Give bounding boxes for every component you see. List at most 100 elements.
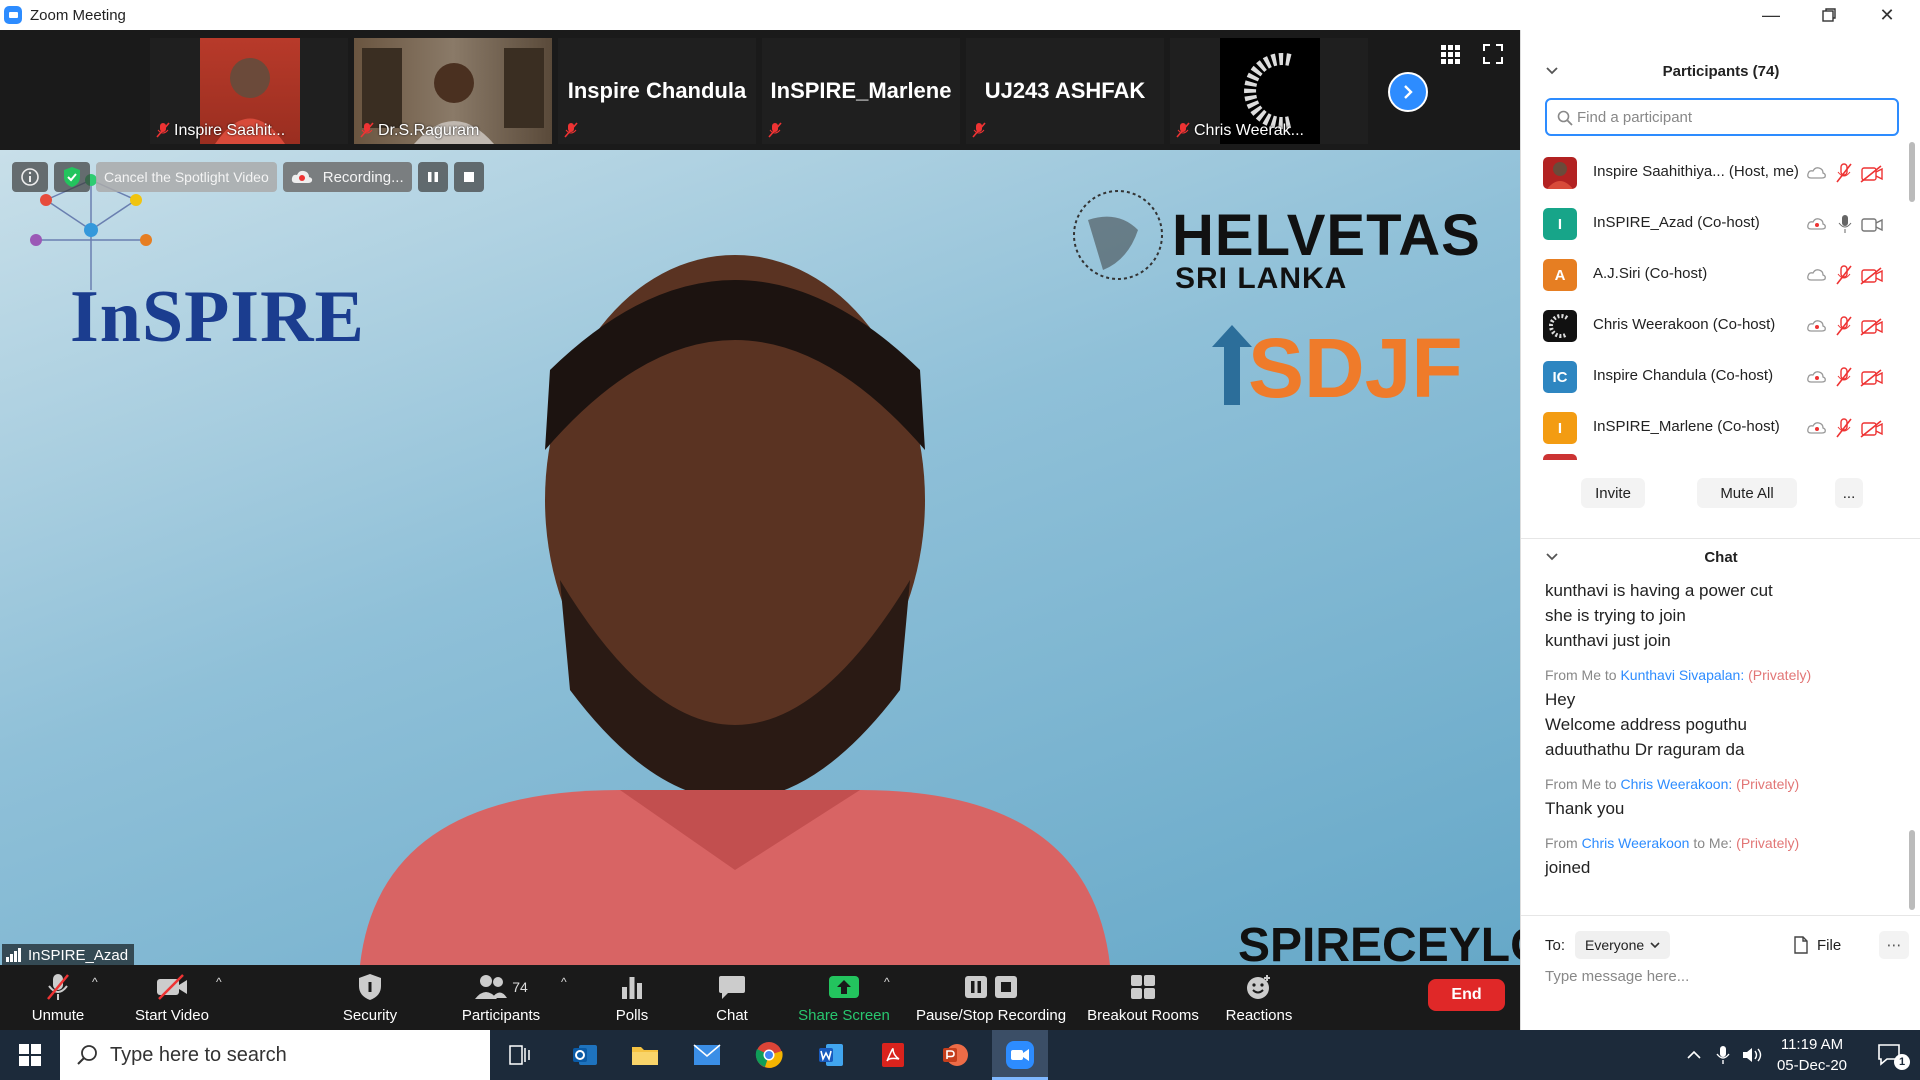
outlook-app[interactable] (560, 1030, 610, 1080)
chat-scrollbar[interactable] (1909, 830, 1915, 910)
speaker-volume-icon (1743, 1048, 1762, 1062)
avatar (1543, 157, 1577, 189)
more-options-button[interactable]: ... (1835, 478, 1863, 508)
divider (1521, 915, 1920, 916)
participant-tile[interactable]: UJ243 ASHFAK (966, 38, 1164, 144)
participant-name: UJ243 ASHFAK (984, 78, 1146, 103)
word-icon (819, 1044, 843, 1066)
chat-recipient-link[interactable]: Chris Weerakoon: (1620, 776, 1732, 792)
pause-recording-button[interactable] (417, 162, 448, 192)
share-screen-button[interactable]: Share Screen (796, 965, 892, 1030)
chat-private-tag: (Privately) (1736, 776, 1800, 792)
windows-start-button[interactable] (0, 1030, 60, 1080)
gallery-view-icon[interactable] (1440, 44, 1460, 64)
zoom-app-icon (1006, 1041, 1034, 1069)
word-app[interactable] (806, 1030, 856, 1080)
chat-recipient-bar: To: Everyone File ⋯ (1545, 928, 1915, 962)
mic-muted-icon (47, 974, 69, 1000)
file-explorer-app[interactable] (620, 1030, 670, 1080)
participant-tile[interactable]: Chris Weerak... (1170, 38, 1368, 144)
chat-more-button[interactable]: ⋯ (1879, 931, 1909, 959)
reactions-button[interactable]: Reactions (1218, 965, 1300, 1030)
participants-title: Participants (74) (1662, 62, 1780, 80)
chat-sender-link[interactable]: Chris Weerakoon (1582, 835, 1690, 851)
unmute-button[interactable]: Unmute (18, 965, 98, 1030)
cancel-spotlight-button[interactable]: Cancel the Spotlight Video (96, 162, 277, 192)
main-video: InSPIRE HELVETAS SRI LANKA SDJF SPIRECEY… (0, 150, 1520, 965)
powerpoint-app[interactable] (930, 1030, 980, 1080)
chat-from-label: From Me to (1545, 776, 1617, 792)
breakout-rooms-button[interactable]: Breakout Rooms (1086, 965, 1200, 1030)
participant-row-name: Chris Weerakoon (Co-host) (1593, 316, 1776, 333)
microphone-tray-button[interactable] (1710, 1030, 1736, 1080)
recording-label: Recording... (322, 168, 404, 186)
info-button[interactable] (12, 162, 48, 192)
side-panel: Participants (74) Find a participant Ins… (1520, 30, 1920, 1030)
chat-bubble-icon (719, 976, 745, 999)
pause-icon (427, 172, 438, 182)
participant-tile[interactable]: InSPIRE_Marlene (762, 38, 960, 144)
sdjf-arrow-icon (1212, 325, 1252, 405)
participants-scrollbar[interactable] (1909, 142, 1915, 202)
find-participant-input[interactable]: Find a participant (1545, 98, 1899, 136)
unmute-label: Unmute (31, 1007, 85, 1024)
participant-tile[interactable]: Inspire Saahit... (150, 38, 348, 144)
zoom-app[interactable] (992, 1030, 1048, 1080)
system-clock[interactable]: 11:19 AM 05-Dec-20 (1762, 1034, 1862, 1076)
invite-button[interactable]: Invite (1581, 478, 1645, 508)
security-button[interactable]: Security (338, 965, 402, 1030)
end-meeting-button[interactable]: End (1428, 979, 1505, 1011)
chat-private-tag: (Privately) (1748, 667, 1812, 683)
video-options-caret[interactable]: ^ (216, 975, 222, 989)
notifications-button[interactable]: 1 (1868, 1030, 1912, 1080)
participants-button[interactable]: 74 Participants (452, 965, 550, 1030)
polls-button[interactable]: Polls (612, 965, 652, 1030)
pause-icon (965, 976, 987, 998)
next-page-button[interactable] (1388, 72, 1428, 112)
mute-all-button[interactable]: Mute All (1697, 478, 1797, 508)
audio-options-caret[interactable]: ^ (92, 975, 98, 989)
fullscreen-icon[interactable] (1483, 44, 1503, 64)
recipient-dropdown[interactable]: Everyone (1575, 931, 1671, 959)
chrome-app[interactable] (744, 1030, 794, 1080)
chevron-right-icon (1404, 85, 1413, 99)
security-label: Security (342, 1007, 398, 1024)
chevron-down-icon[interactable] (1545, 550, 1559, 564)
breakout-rooms-label: Breakout Rooms (1087, 1007, 1199, 1024)
inspire-logo-text: InSPIRE (70, 276, 365, 358)
chat-sender: From Chris Weerakoon to Me: (Privately) (1545, 835, 1905, 851)
sri-lanka-logo-text: SRI LANKA (1175, 262, 1348, 295)
shield-icon (359, 974, 381, 1000)
chevron-down-icon[interactable] (1545, 64, 1559, 78)
close-icon[interactable]: ✕ (1858, 0, 1916, 30)
minimize-icon[interactable]: — (1742, 0, 1800, 30)
mail-app[interactable] (682, 1030, 732, 1080)
folder-icon (632, 1047, 658, 1065)
participant-tile[interactable]: Dr.S.Raguram (354, 38, 552, 144)
share-options-caret[interactable]: ^ (884, 975, 890, 989)
windows-taskbar: Type here to search 11:19 AM 05-Dec-20 1 (0, 1030, 1920, 1080)
chat-recipient-link[interactable]: Kunthavi Sivapalan: (1620, 667, 1744, 683)
participants-options-caret[interactable]: ^ (561, 975, 567, 989)
participant-tile[interactable]: Inspire Chandula (558, 38, 756, 144)
taskbar-search-box[interactable]: Type here to search (60, 1030, 490, 1080)
share-screen-icon (829, 976, 859, 998)
chat-button[interactable]: Chat (712, 965, 752, 1030)
file-button[interactable]: File (1793, 936, 1841, 954)
smiley-icon (1247, 975, 1270, 999)
pause-stop-recording-button[interactable]: Pause/Stop Recording (914, 965, 1068, 1030)
restore-icon[interactable] (1800, 0, 1858, 30)
start-video-button[interactable]: Start Video (132, 965, 212, 1030)
meeting-toolbar: Unmute ^ Start Video ^ Security 74 Parti… (0, 965, 1520, 1030)
chat-message-input[interactable]: Type message here... (1545, 968, 1689, 985)
stop-recording-button[interactable] (453, 162, 484, 192)
gallery-strip: Inspire Saahit... Dr.S.Raguram Inspire C… (0, 30, 1520, 150)
acrobat-app[interactable] (868, 1030, 918, 1080)
find-participant-placeholder: Find a participant (1577, 108, 1693, 126)
participants-count: 74 (512, 979, 528, 995)
search-icon (77, 1045, 97, 1065)
encryption-button[interactable] (54, 162, 90, 192)
task-view-button[interactable] (495, 1030, 545, 1080)
chat-message-line: joined (1545, 858, 1591, 877)
show-hidden-icons-button[interactable] (1680, 1030, 1708, 1080)
